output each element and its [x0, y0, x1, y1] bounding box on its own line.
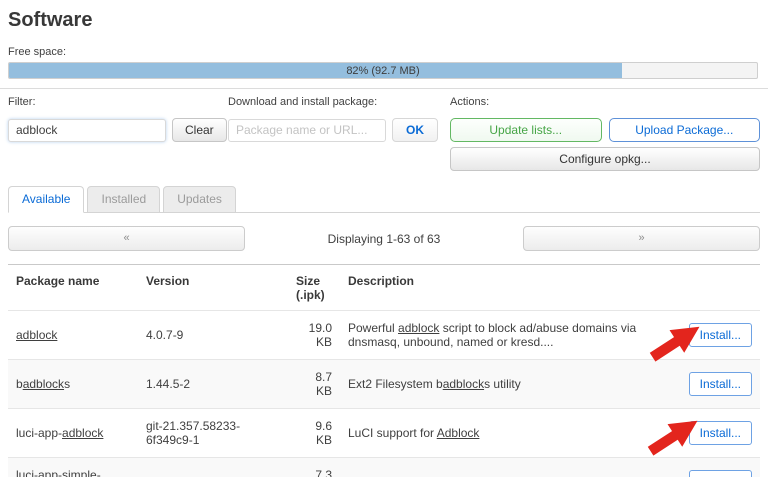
pagination: « Displaying 1-63 of 63 » [8, 226, 760, 251]
filter-label: Filter: [8, 96, 36, 108]
install-button[interactable]: Install... [688, 323, 752, 347]
table-header-row: Package name Version Size (.ipk) Descrip… [8, 264, 760, 311]
package-version: 1.44.5-2 [138, 359, 288, 409]
table-row-badblocks: badblocks 1.44.5-2 8.7 KB Ext2 Filesyste… [8, 359, 760, 409]
package-tabs: Available Installed Updates [8, 186, 760, 213]
configure-opkg-button[interactable]: Configure opkg... [450, 147, 760, 171]
package-table: Package name Version Size (.ipk) Descrip… [8, 264, 760, 477]
action-cell: Install... [676, 359, 760, 409]
package-name[interactable]: adblock [8, 310, 138, 360]
filter-group: Filter: Clear [8, 96, 228, 171]
tab-available[interactable]: Available [8, 186, 85, 213]
package-size: 19.0 KB [288, 310, 340, 360]
prev-page-button[interactable]: « [8, 226, 245, 251]
actions-group: Actions: Update lists... Upload Package.… [450, 96, 760, 171]
download-label: Download and install package: [228, 96, 378, 108]
package-description: Powerful adblock script to block ad/abus… [340, 310, 676, 360]
package-version: 4.0.7-9 [138, 310, 288, 360]
table-row-luci-app-simple-adblock: luci-app-simple-adblock 1.8.7-3-1 7.3 KB… [8, 457, 760, 477]
header-package-name: Package name [8, 264, 138, 311]
action-cell: Install... [676, 457, 760, 477]
table-row-luci-app-adblock: luci-app-adblock git-21.357.58233-6f349c… [8, 408, 760, 458]
package-version: 1.8.7-3-1 [138, 457, 288, 477]
package-version: git-21.357.58233-6f349c9-1 [138, 408, 288, 458]
install-button[interactable]: Install... [688, 372, 752, 396]
action-cell: Install... [647, 408, 760, 458]
package-size: 8.7 KB [288, 359, 340, 409]
header-version: Version [138, 264, 288, 311]
next-page-button[interactable]: » [523, 226, 760, 251]
actions-label: Actions: [450, 96, 490, 108]
clear-button[interactable]: Clear [172, 118, 227, 142]
package-name[interactable]: badblocks [8, 359, 138, 409]
tab-installed[interactable]: Installed [87, 186, 161, 213]
package-description: LuCI support for Adblock [340, 408, 676, 458]
package-size: 7.3 KB [288, 457, 340, 477]
table-row-adblock: adblock 4.0.7-9 19.0 KB Powerful adblock… [8, 310, 760, 362]
filter-input[interactable] [8, 118, 166, 142]
package-name[interactable]: luci-app-adblock [8, 408, 138, 458]
header-action [676, 264, 760, 311]
download-group: Download and install package: OK [228, 96, 450, 171]
free-space-value: 82% (92.7 MB) [346, 65, 420, 77]
page-title: Software [8, 9, 93, 31]
header-description: Description [340, 264, 676, 311]
package-description: Provides Web UI for simple-adblock servi… [340, 457, 676, 477]
upload-package-button[interactable]: Upload Package... [608, 118, 760, 142]
package-name[interactable]: luci-app-simple-adblock [8, 457, 138, 477]
install-button[interactable]: Install... [688, 470, 752, 477]
ok-button[interactable]: OK [392, 118, 438, 142]
install-button[interactable]: Install... [688, 421, 752, 445]
free-space-progressbar: 82% (92.7 MB) [8, 62, 758, 79]
package-size: 9.6 KB [288, 408, 340, 458]
package-url-input[interactable] [228, 118, 386, 142]
header-size: Size (.ipk) [288, 264, 340, 311]
update-lists-button[interactable]: Update lists... [450, 118, 602, 142]
free-space-label: Free space: [8, 46, 67, 58]
controls-section: Filter: Clear Download and install packa… [0, 89, 768, 171]
package-description: Ext2 Filesystem badblocks utility [340, 359, 676, 409]
pagination-status: Displaying 1-63 of 63 [327, 231, 441, 246]
software-page: Software Free space: 82% (92.7 MB) Filte… [0, 0, 768, 477]
action-cell: Install... [649, 310, 760, 362]
tab-updates[interactable]: Updates [163, 186, 236, 213]
